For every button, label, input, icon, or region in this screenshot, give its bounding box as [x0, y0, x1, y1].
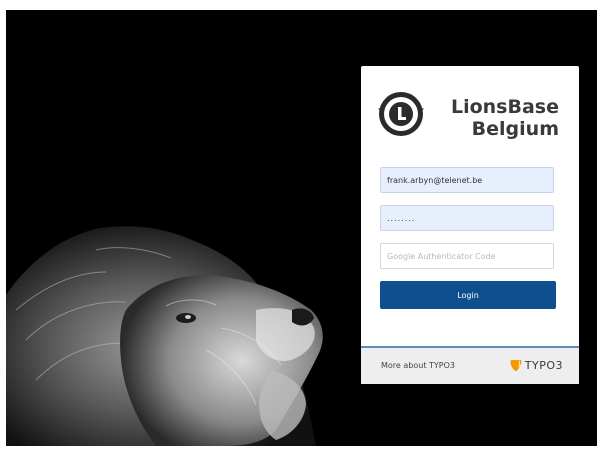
lions-club-emblem-icon — [378, 92, 424, 136]
login-button[interactable]: Login — [380, 281, 556, 309]
login-footer: More about TYPO3 TYPO3 — [361, 346, 579, 384]
brand-title-line1: LionsBase — [450, 96, 559, 118]
brand-title: LionsBase Belgium — [429, 96, 559, 140]
brand-header: LionsBase Belgium — [361, 66, 579, 168]
password-input[interactable] — [380, 205, 554, 231]
typo3-logo-icon — [510, 359, 522, 371]
more-about-typo3-link[interactable]: More about TYPO3 — [381, 361, 455, 370]
login-screen: LionsBase Belgium Login More about TYPO3… — [6, 10, 597, 446]
typo3-wordmark: TYPO3 — [524, 358, 563, 372]
brand-title-line2: Belgium — [471, 118, 559, 140]
typo3-logo[interactable]: TYPO3 — [510, 357, 563, 373]
username-input[interactable] — [380, 167, 554, 193]
authenticator-code-input[interactable] — [380, 243, 554, 269]
